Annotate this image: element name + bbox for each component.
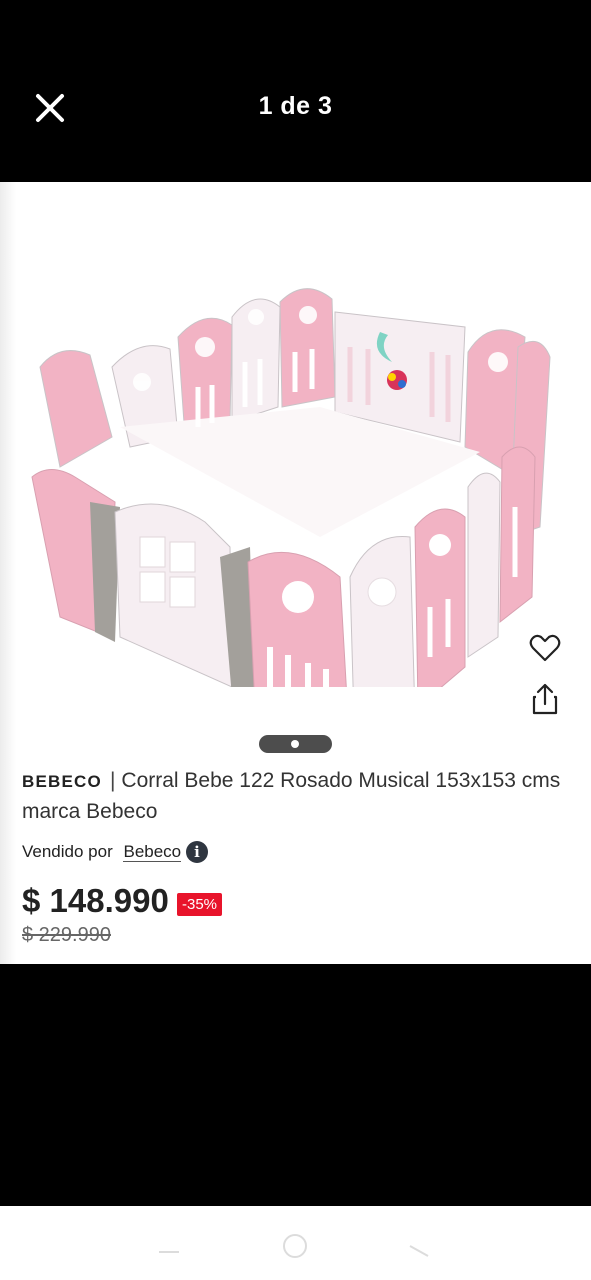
home-icon[interactable]: [281, 1232, 309, 1260]
share-icon[interactable]: [530, 682, 560, 716]
product-title: BEBECO | Corral Bebe 122 Rosado Musical 15…: [22, 766, 567, 827]
product-image[interactable]: [20, 277, 565, 687]
pager-active-dot: [291, 740, 299, 748]
viewer-top-bar: 1 de 3: [0, 0, 591, 182]
discount-badge: -35%: [177, 893, 223, 916]
original-price: $ 229.990: [22, 924, 111, 946]
card-edge-shade: [0, 182, 16, 964]
favorite-heart-icon[interactable]: [528, 631, 562, 665]
product-name: Corral Bebe 122 Rosado Musical 153x153 c…: [22, 769, 561, 823]
brand-name[interactable]: BEBECO: [22, 772, 102, 791]
seller-link[interactable]: Bebeco: [123, 842, 182, 862]
gallery-counter: 1 de 3: [258, 92, 333, 120]
system-navigation-bar: [0, 1206, 591, 1280]
title-separator: |: [109, 769, 116, 792]
back-icon[interactable]: [406, 1242, 432, 1260]
product-card: BEBECO | Corral Bebe 122 Rosado Musical 15…: [0, 182, 591, 964]
seller-row: Vendido por Bebeco: [22, 840, 182, 864]
gallery-pager[interactable]: [259, 735, 332, 753]
seller-label: Vendido por: [22, 842, 113, 861]
recent-apps-icon[interactable]: [157, 1246, 181, 1258]
current-price: $ 148.990: [22, 882, 169, 919]
info-icon[interactable]: i: [186, 841, 208, 863]
